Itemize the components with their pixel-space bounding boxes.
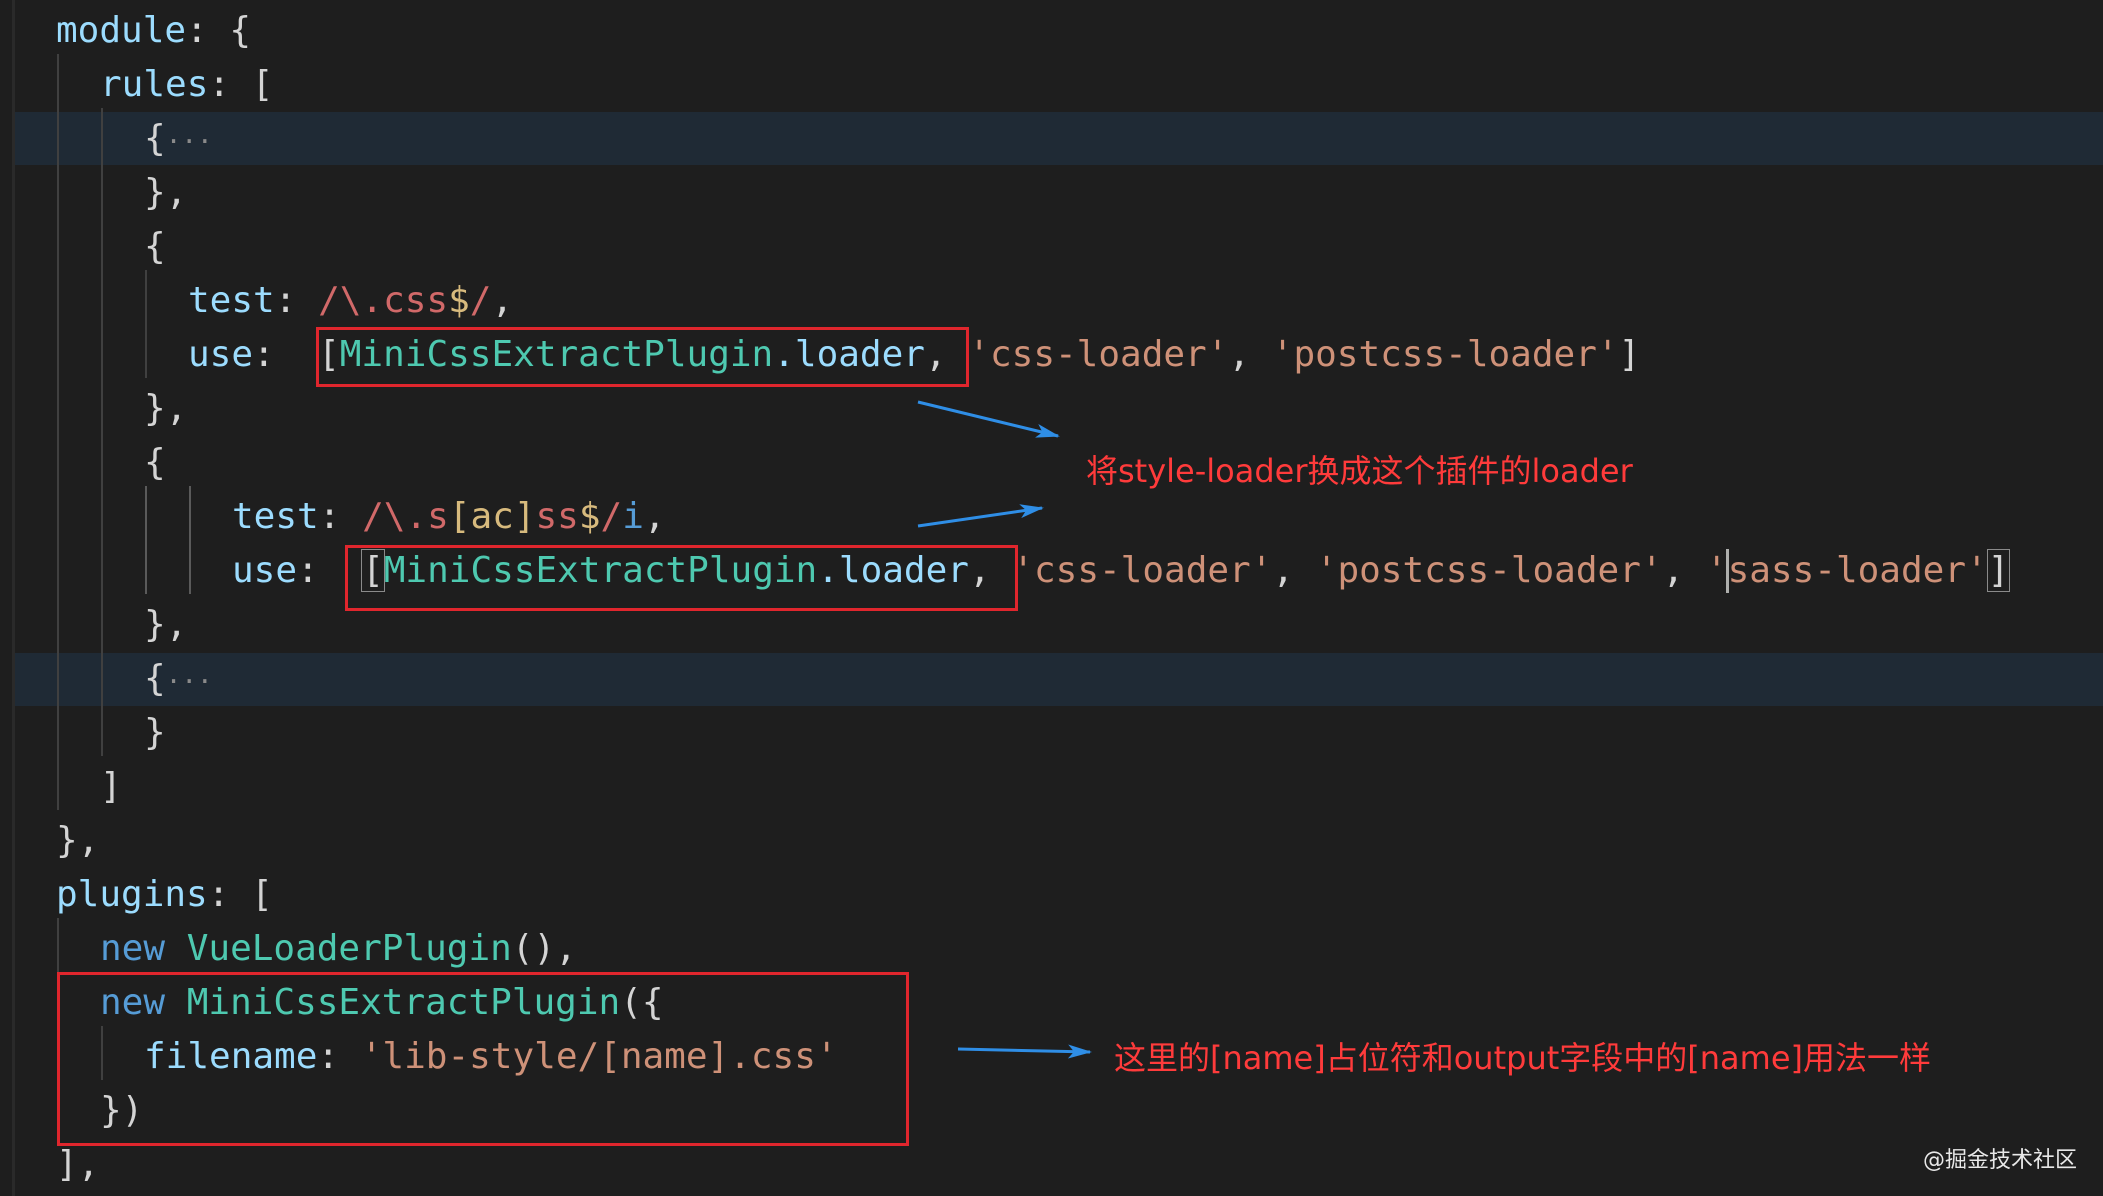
annotation-note-loader: 将style-loader换成这个插件的loader [1086, 452, 1633, 490]
watermark: @掘金技术社区 [1922, 1148, 2077, 1173]
annotation-arrows [917, 400, 1092, 1059]
annotation-note-filename: 这里的[name]占位符和output字段中的[name]用法一样 [1114, 1039, 1931, 1077]
arrow-to-scss-loader [917, 504, 1044, 528]
arrow-to-plugin [957, 1044, 1092, 1059]
arrow-to-css-loader [917, 400, 1060, 438]
